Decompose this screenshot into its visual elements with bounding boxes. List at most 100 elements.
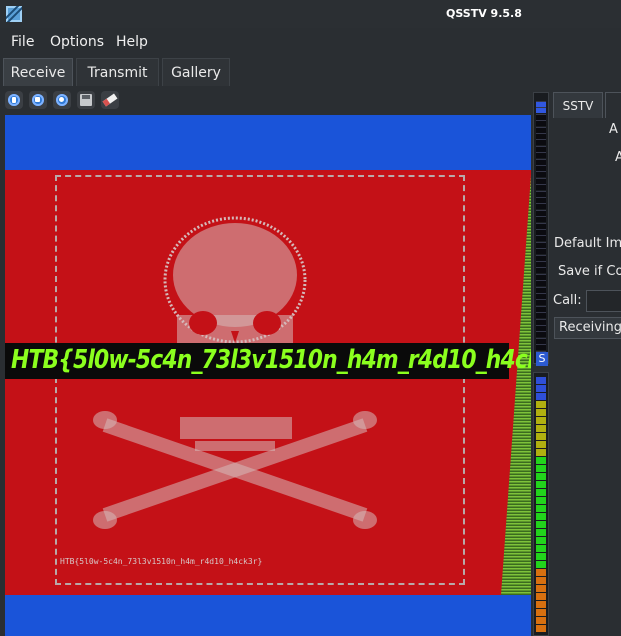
stop-button[interactable] <box>29 91 47 109</box>
volume-meter-segment <box>536 505 546 512</box>
volume-meter-segment <box>536 449 546 456</box>
erase-icon <box>102 93 118 107</box>
volume-meter-segment <box>536 569 546 576</box>
sync-meter-segment <box>536 254 546 261</box>
volume-meter-segment <box>536 457 546 464</box>
start-button[interactable] <box>5 91 23 109</box>
menu-file[interactable]: File <box>11 34 34 50</box>
volume-meter-segment <box>536 393 546 400</box>
volume-meter-segment <box>536 401 546 408</box>
title-bar: QSSTV 9.5.8 <box>0 0 621 28</box>
tab-receive[interactable]: Receive <box>3 58 73 86</box>
sync-meter-segment <box>536 107 546 114</box>
volume-meter-segment <box>536 529 546 536</box>
sync-meter-segment <box>536 203 546 210</box>
flag-text: HTB{5l0w-5c4n_73l3v1510n_h4m_r4d10_h4ck3… <box>11 345 531 375</box>
sync-meter-segment <box>536 325 546 331</box>
tab-transmit[interactable]: Transmit <box>76 58 159 86</box>
qsstv-app-icon[interactable] <box>6 6 22 22</box>
status-field: Receiving <box>554 317 621 339</box>
sync-meter-segment <box>536 286 546 293</box>
volume-meter-segment <box>536 561 546 568</box>
sync-meter-segment <box>536 318 546 325</box>
volume-meter-segment <box>536 601 546 608</box>
sync-meter-segment <box>536 261 546 267</box>
sync-meter-segment <box>536 139 546 146</box>
save-button[interactable] <box>77 91 95 109</box>
sync-meter-segment <box>536 165 546 171</box>
sync-meter-segment <box>536 299 546 306</box>
volume-meter-segment <box>536 545 546 552</box>
volume-meter-segment <box>536 417 546 424</box>
save-if-label: Save if Co <box>558 264 621 279</box>
sync-meter-segment <box>536 190 546 197</box>
sync-meter-segment <box>536 241 546 248</box>
volume-meter-segment <box>536 521 546 528</box>
sync-meter-segment <box>536 280 546 287</box>
volume-meter-segment <box>536 441 546 448</box>
tab-next[interactable] <box>605 92 621 118</box>
sync-meter-segment <box>536 101 546 107</box>
resync-button[interactable] <box>53 91 71 109</box>
volume-meter-segment <box>536 433 546 440</box>
sync-meter-segment <box>536 133 546 139</box>
sync-meter-segment <box>536 152 546 159</box>
volume-meter-segment <box>536 609 546 616</box>
sync-meter-segment <box>536 171 546 178</box>
volume-meter-segment <box>536 625 546 632</box>
volume-meter-segment <box>536 473 546 480</box>
side-panel: SSTV <box>551 87 621 636</box>
received-image: HTB{5l0w-5c4n_73l3v1510n_h4m_r4d10_h4ck3… <box>5 115 531 636</box>
menu-bar: File Options Help <box>0 30 621 54</box>
flag-banner: HTB{5l0w-5c4n_73l3v1510n_h4m_r4d10_h4ck3… <box>5 343 531 379</box>
tab-sstv[interactable]: SSTV <box>553 92 603 118</box>
sync-meter-segment <box>536 158 546 165</box>
sync-meter-segment <box>536 177 546 184</box>
volume-meter <box>533 372 549 636</box>
volume-meter-segment <box>536 425 546 432</box>
sync-meter-segment <box>536 344 546 351</box>
stop-icon <box>32 94 44 106</box>
sync-meter-segment <box>536 248 546 255</box>
menu-help[interactable]: Help <box>116 34 148 50</box>
sync-meter <box>533 92 549 364</box>
sync-meter-segment <box>536 273 546 280</box>
start-icon <box>8 94 20 106</box>
call-label: Call: <box>553 293 582 308</box>
sync-meter-segment <box>536 222 546 229</box>
volume-meter-segment <box>536 377 546 384</box>
main-tabs: Receive Transmit Gallery <box>0 57 621 87</box>
sync-meter-segment <box>536 235 546 242</box>
save-icon <box>80 94 92 106</box>
volume-meter-segment <box>536 497 546 504</box>
window-title: QSSTV 9.5.8 <box>446 7 522 20</box>
sync-meter-segment <box>536 126 546 133</box>
sync-meter-segment <box>536 113 546 120</box>
volume-meter-segment <box>536 489 546 496</box>
menu-options[interactable]: Options <box>50 34 104 50</box>
sync-meter-segment <box>536 337 546 344</box>
volume-meter-segment <box>536 577 546 584</box>
sync-meter-segment <box>536 305 546 312</box>
tab-gallery[interactable]: Gallery <box>162 58 230 86</box>
volume-meter-segment <box>536 465 546 472</box>
volume-meter-segment <box>536 553 546 560</box>
sync-meter-segment <box>536 293 546 299</box>
volume-meter-segment <box>536 593 546 600</box>
sync-meter-segment <box>536 145 546 152</box>
volume-meter-segment <box>536 409 546 416</box>
sync-meter-label: S <box>536 352 548 366</box>
sync-meter-segment <box>536 120 546 127</box>
sync-meter-segment <box>536 312 546 319</box>
erase-button[interactable] <box>101 91 119 109</box>
volume-meter-segment <box>536 513 546 520</box>
default-image-label: Default Im <box>554 236 621 251</box>
call-input[interactable] <box>586 290 621 312</box>
sync-meter-segment <box>536 197 546 203</box>
sync-meter-segment <box>536 331 546 338</box>
sync-meter-segment <box>536 184 546 191</box>
small-flag-text: HTB{5l0w-5c4n_73l3v1510n_h4m_r4d10_h4ck3… <box>60 557 263 566</box>
volume-meter-segment <box>536 481 546 488</box>
sync-meter-segment <box>536 267 546 274</box>
sync-meter-segment <box>536 229 546 235</box>
